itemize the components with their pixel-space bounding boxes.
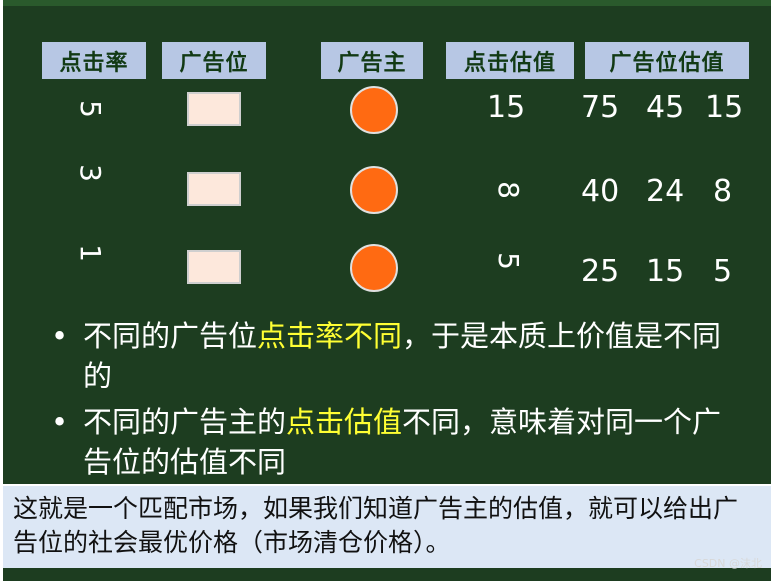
bullet-highlight: 点击估值 xyxy=(286,405,403,439)
slide: 点击率 广告位 广告主 点击估值 广告位估值 5 15 75 45 15 3 8… xyxy=(3,0,771,484)
bullet-highlight: 点击率不同 xyxy=(257,319,403,353)
bullet-text: 不同的广告主的 xyxy=(83,405,287,439)
click-value: 15 xyxy=(487,90,526,125)
bullet-dot: • xyxy=(51,405,69,439)
ad-slot-box xyxy=(187,92,241,126)
ctr-value: 3 xyxy=(74,164,107,182)
bullet-point: • 不同的广告位点击率不同，于是本质上价值是不同的 xyxy=(51,316,741,396)
header-slot: 广告位 xyxy=(162,42,266,79)
slot-value: 24 xyxy=(646,174,685,209)
slot-value: 75 xyxy=(581,90,620,125)
ctr-value: 5 xyxy=(74,100,107,118)
header-advertiser: 广告主 xyxy=(321,42,423,79)
header-ctr: 点击率 xyxy=(42,42,146,79)
summary-note: 这就是一个匹配市场，如果我们知道广告主的估值，就可以给出广告位的社会最优价格（市… xyxy=(3,486,771,568)
slot-value: 45 xyxy=(646,90,685,125)
ad-slot-box xyxy=(187,250,241,284)
advertiser-circle xyxy=(350,244,398,292)
watermark: CSDN @沫北 xyxy=(694,557,762,570)
slot-value: 40 xyxy=(581,174,620,209)
header-slot-value: 广告位估值 xyxy=(585,42,749,79)
slot-value: 5 xyxy=(713,254,733,289)
bullet-point: • 不同的广告主的点击估值不同，意味着对同一个广告位的估值不同 xyxy=(51,402,741,482)
bottom-strip xyxy=(3,568,771,581)
bullet-dot: • xyxy=(51,319,69,353)
slot-value: 25 xyxy=(581,254,620,289)
click-value: 8 xyxy=(492,181,525,199)
ad-slot-box xyxy=(187,172,241,206)
advertiser-circle xyxy=(350,166,398,214)
ctr-value: 1 xyxy=(74,244,107,262)
slot-value: 15 xyxy=(646,254,685,289)
slot-value: 8 xyxy=(713,174,733,209)
header-click-value: 点击估值 xyxy=(446,42,574,79)
bullet-text: 不同的广告位 xyxy=(83,319,258,353)
advertiser-circle xyxy=(350,86,398,134)
slot-value: 15 xyxy=(705,90,744,125)
click-value: 5 xyxy=(492,252,525,270)
